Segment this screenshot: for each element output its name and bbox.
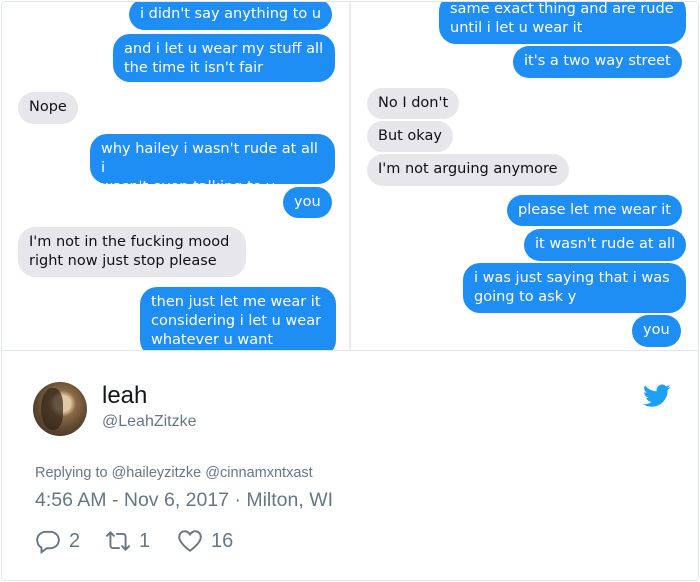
message-bubble: please let me wear it bbox=[507, 195, 682, 226]
like-count: 16 bbox=[211, 529, 234, 552]
message-bubble: I'm not arguing anymore bbox=[367, 154, 569, 186]
retweet-icon bbox=[105, 531, 131, 551]
screenshot-left: i didn't say anything to u and i let u w… bbox=[2, 2, 349, 350]
heart-icon bbox=[178, 530, 202, 552]
message-bubble: it's a two way street bbox=[513, 46, 682, 78]
tweet-card: i didn't say anything to u and i let u w… bbox=[1, 1, 699, 581]
twitter-bird-icon[interactable] bbox=[643, 384, 671, 408]
retweet-button[interactable]: 1 bbox=[105, 528, 150, 554]
reply-icon bbox=[36, 530, 60, 554]
message-bubble: But okay bbox=[367, 121, 453, 152]
reply-count: 2 bbox=[69, 529, 81, 552]
message-bubble: and i let u wear my stuff all the time i… bbox=[113, 34, 335, 82]
tweet-actions: 2 1 16 bbox=[35, 528, 335, 554]
tweet-body: leah @LeahZitzke Replying to @haileyzitz… bbox=[2, 352, 698, 580]
message-bubble: it wasn't rude at all bbox=[524, 229, 687, 261]
message-bubble: Nope bbox=[18, 92, 78, 124]
avatar[interactable] bbox=[33, 382, 87, 436]
replying-to[interactable]: Replying to @haileyzitzke @cinnamxntxast bbox=[35, 465, 313, 481]
tweet-media[interactable]: i didn't say anything to u and i let u w… bbox=[2, 2, 698, 351]
message-bubble: i didn't say anything to u bbox=[129, 2, 333, 30]
user-handle[interactable]: @LeahZitzke bbox=[102, 413, 197, 431]
message-bubble: you bbox=[283, 187, 332, 218]
screenshot-right: same exact thing and are rude until i le… bbox=[351, 2, 698, 350]
message-bubble: No I don't bbox=[367, 88, 460, 119]
message-bubble: I'm not in the fucking mood right now ju… bbox=[18, 227, 246, 277]
like-button[interactable]: 16 bbox=[177, 528, 233, 554]
tweet-timestamp[interactable]: 4:56 AM - Nov 6, 2017 · Milton, WI bbox=[35, 489, 333, 512]
reply-button[interactable]: 2 bbox=[35, 528, 80, 554]
message-bubble: same exact thing and are rude until i le… bbox=[439, 2, 686, 44]
retweet-count: 1 bbox=[139, 529, 151, 552]
message-bubble: then just let me wear it considering i l… bbox=[140, 287, 336, 350]
message-bubble: why hailey i wasn't rude at all i wasn't… bbox=[90, 134, 335, 195]
message-bubble: you bbox=[632, 315, 681, 347]
display-name[interactable]: leah bbox=[102, 382, 147, 410]
message-bubble: i was just saying that i was going to as… bbox=[463, 263, 686, 313]
